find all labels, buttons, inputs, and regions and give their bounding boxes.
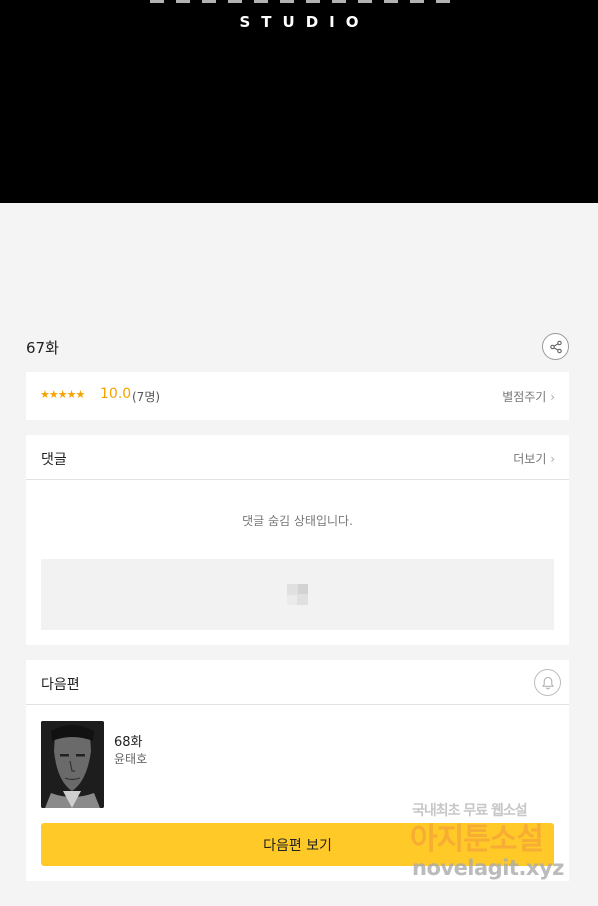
rating-stars: ★★★★★ bbox=[40, 388, 85, 401]
rate-button-label: 별점주기 bbox=[502, 390, 547, 404]
rating-count: (7명) bbox=[132, 390, 161, 404]
ad-banner[interactable] bbox=[41, 559, 554, 630]
next-episode-label: 다음편 bbox=[41, 677, 80, 693]
notification-button[interactable] bbox=[534, 669, 561, 696]
next-episode-card: 다음편 68화 윤태호 다음편 보기 bbox=[26, 660, 569, 881]
next-episode-author: 윤태호 bbox=[114, 752, 148, 766]
ad-placeholder-icon bbox=[287, 584, 308, 605]
comments-header: 댓글 더보기 › bbox=[26, 435, 569, 480]
studio-logo-text: STUDIO bbox=[239, 13, 370, 31]
view-next-episode-button[interactable]: 다음편 보기 bbox=[41, 823, 554, 866]
next-episode-title: 68화 bbox=[114, 735, 143, 750]
comments-label: 댓글 bbox=[41, 452, 67, 468]
episode-image-banner: STUDIO bbox=[0, 0, 598, 203]
comments-card: 댓글 더보기 › 댓글 숨김 상태입니다. bbox=[26, 435, 569, 645]
rate-button[interactable]: 별점주기 › bbox=[502, 388, 555, 405]
chevron-right-icon: › bbox=[550, 452, 555, 466]
next-episode-header: 다음편 bbox=[26, 660, 569, 705]
comments-more-label: 더보기 bbox=[513, 452, 547, 466]
bell-icon bbox=[541, 676, 554, 689]
next-episode-thumbnail[interactable] bbox=[41, 721, 104, 808]
episode-title: 67화 bbox=[26, 339, 59, 357]
share-icon bbox=[549, 340, 562, 353]
thumbnail-illustration bbox=[41, 721, 104, 808]
share-button[interactable] bbox=[542, 333, 569, 360]
comments-more-button[interactable]: 더보기 › bbox=[513, 450, 555, 467]
chevron-right-icon: › bbox=[550, 390, 555, 404]
rating-score: 10.0 bbox=[100, 386, 132, 402]
rating-card: ★★★★★ 10.0 (7명) 별점주기 › bbox=[26, 372, 569, 420]
comments-hidden-message: 댓글 숨김 상태입니다. bbox=[242, 514, 353, 528]
banner-graphic bbox=[150, 0, 450, 3]
